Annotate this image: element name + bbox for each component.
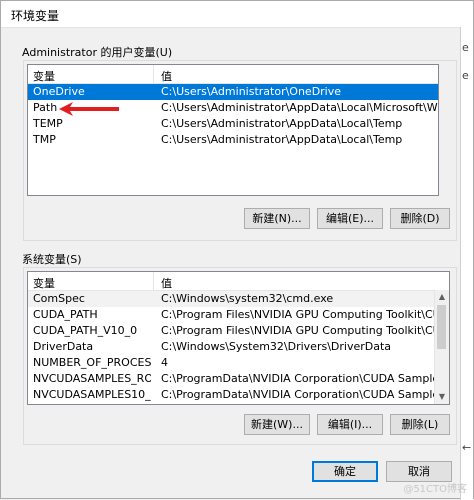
variable-value: C:\Program Files\NVIDIA GPU Computing To… xyxy=(161,308,439,321)
scroll-thumb[interactable] xyxy=(437,305,446,349)
table-row-onedrive[interactable]: OneDrive C:\Users\Administrator\OneDrive xyxy=(28,84,438,100)
variable-name: NUMBER_OF_PROCESSORS xyxy=(33,356,151,369)
variable-name: CUDA_PATH xyxy=(33,308,98,321)
scroll-up-icon[interactable]: ▲ xyxy=(435,290,449,304)
variable-value: C:\Users\Administrator\AppData\Local\Tem… xyxy=(161,133,403,146)
variable-value: 4 xyxy=(161,356,168,369)
variable-value: C:\Windows\System32\Drivers\DriverData xyxy=(161,340,392,353)
watermark: @51CTO博客 xyxy=(403,484,467,495)
variable-name: TEMP xyxy=(33,117,63,130)
system-edit-button[interactable]: 编辑(I)... xyxy=(317,414,383,435)
system-variables-group: 变量 值 ComSpec C:\Windows\system32\cmd.exe… xyxy=(23,267,457,445)
user-variables-list[interactable]: 变量 值 OneDrive C:\Users\Administrator\One… xyxy=(27,64,439,196)
column-divider[interactable] xyxy=(153,272,154,290)
system-variables-list[interactable]: 变量 值 ComSpec C:\Windows\system32\cmd.exe… xyxy=(27,271,450,405)
system-variables-label: 系统变量(S) xyxy=(22,253,82,266)
table-row-nvcudasamples-root[interactable]: NVCUDASAMPLES_ROOT C:\ProgramData\NVIDIA… xyxy=(28,371,449,387)
user-variables-label: Administrator 的用户变量(U) xyxy=(22,46,173,59)
list-header: 变量 值 xyxy=(28,65,438,84)
table-row-cuda-path[interactable]: CUDA_PATH C:\Program Files\NVIDIA GPU Co… xyxy=(28,307,449,323)
system-new-button[interactable]: 新建(W)... xyxy=(244,414,310,435)
table-row-comspec[interactable]: ComSpec C:\Windows\system32\cmd.exe xyxy=(28,291,449,307)
user-delete-button[interactable]: 删除(D) xyxy=(390,208,450,229)
background-window-edge: e e ← xyxy=(460,27,473,500)
variable-name: ComSpec xyxy=(33,292,85,305)
ok-button[interactable]: 确定 xyxy=(312,461,378,482)
table-row-tmp[interactable]: TMP C:\Users\Administrator\AppData\Local… xyxy=(28,132,438,148)
title-bar[interactable]: 环境变量 xyxy=(1,1,473,28)
edge-glyph: ← xyxy=(462,441,472,454)
list-header: 变量 值 xyxy=(28,272,449,291)
table-row-temp[interactable]: TEMP C:\Users\Administrator\AppData\Loca… xyxy=(28,116,438,132)
variable-value: C:\Users\Administrator\AppData\Local\Mic… xyxy=(161,101,438,114)
scroll-down-icon[interactable]: ▼ xyxy=(435,390,449,404)
table-row-cuda-path-v10[interactable]: CUDA_PATH_V10_0 C:\Program Files\NVIDIA … xyxy=(28,323,449,339)
variable-name: TMP xyxy=(33,133,56,146)
vertical-scrollbar[interactable]: ▲ ▼ xyxy=(434,290,449,404)
variable-name: OneDrive xyxy=(33,85,85,98)
variable-value: C:\ProgramData\NVIDIA Corporation\CUDA S… xyxy=(161,388,439,401)
window-title: 环境变量 xyxy=(11,9,60,23)
variable-value: C:\Program Files\NVIDIA GPU Computing To… xyxy=(161,324,439,337)
variable-name: NVCUDASAMPLES_ROOT xyxy=(33,372,151,385)
user-new-button[interactable]: 新建(N)... xyxy=(244,208,310,229)
edge-glyph: e xyxy=(462,41,469,54)
column-header-variable[interactable]: 变量 xyxy=(33,68,55,84)
column-header-value[interactable]: 值 xyxy=(161,275,172,291)
edge-glyph: e xyxy=(462,69,469,82)
variable-name: CUDA_PATH_V10_0 xyxy=(33,324,138,337)
environment-variables-dialog: 环境变量 e e ← Administrator 的用户变量(U) 变量 值 O… xyxy=(0,0,474,500)
table-row-nvcudasamples10[interactable]: NVCUDASAMPLES10_0_R... C:\ProgramData\NV… xyxy=(28,387,449,403)
column-header-value[interactable]: 值 xyxy=(161,68,172,84)
variable-value: C:\ProgramData\NVIDIA Corporation\CUDA S… xyxy=(161,372,439,385)
column-header-variable[interactable]: 变量 xyxy=(33,275,55,291)
variable-value: C:\Users\Administrator\AppData\Local\Tem… xyxy=(161,117,403,130)
cancel-button[interactable]: 取消 xyxy=(386,461,452,482)
user-edit-button[interactable]: 编辑(E)... xyxy=(317,208,383,229)
table-row-driverdata[interactable]: DriverData C:\Windows\System32\Drivers\D… xyxy=(28,339,449,355)
red-arrow-icon xyxy=(59,102,119,116)
variable-value: C:\Users\Administrator\OneDrive xyxy=(161,85,342,98)
variable-value: C:\Windows\system32\cmd.exe xyxy=(161,292,334,305)
column-divider[interactable] xyxy=(153,65,154,83)
variable-name: NVCUDASAMPLES10_0_R... xyxy=(33,388,151,401)
table-row-number-of-processors[interactable]: NUMBER_OF_PROCESSORS 4 xyxy=(28,355,449,371)
user-variables-group: 变量 值 OneDrive C:\Users\Administrator\One… xyxy=(23,60,457,241)
system-delete-button[interactable]: 删除(L) xyxy=(390,414,450,435)
variable-name: DriverData xyxy=(33,340,94,353)
